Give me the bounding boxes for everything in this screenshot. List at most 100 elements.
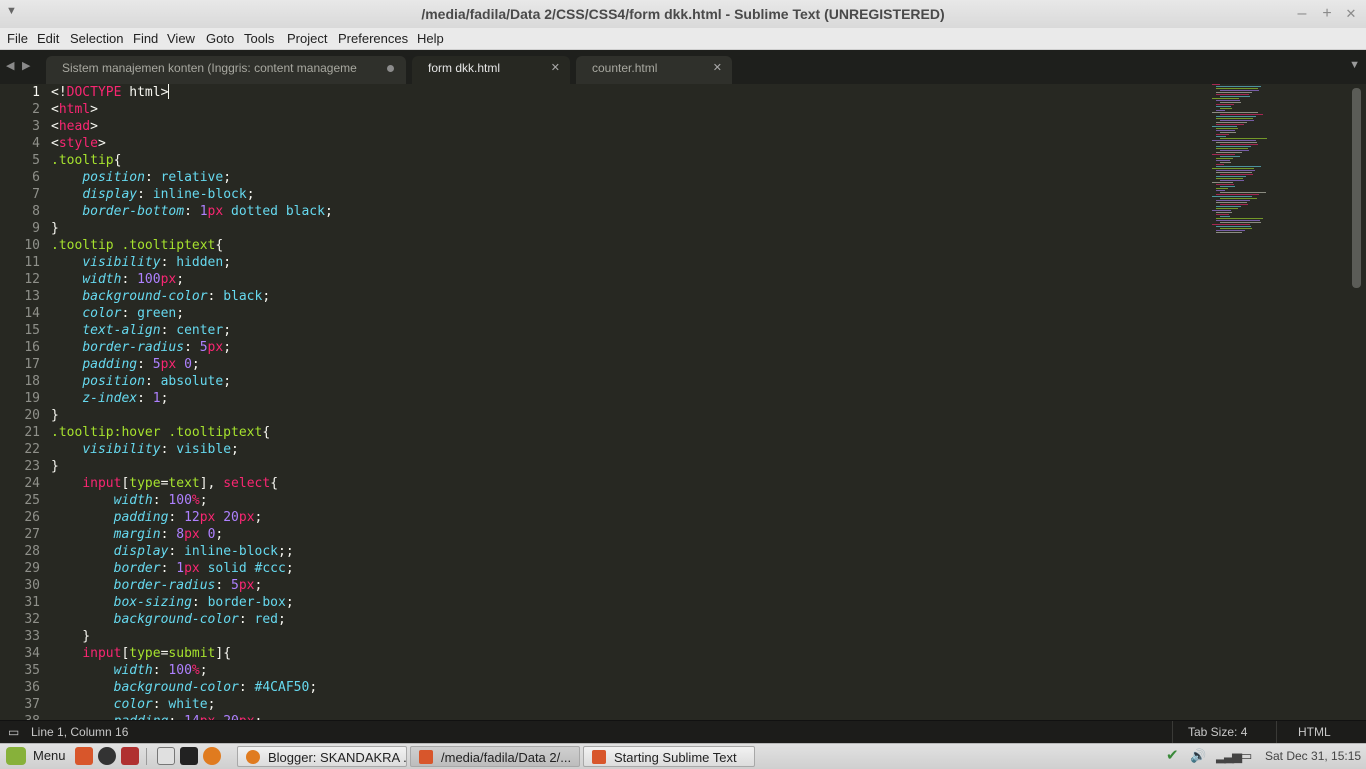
code-line[interactable]: width: 100%; — [51, 492, 1206, 509]
line-number: 35 — [24, 663, 40, 678]
code-line[interactable]: visibility: visible; — [51, 441, 1206, 458]
minimize-button[interactable]: – — [1291, 3, 1313, 25]
code-line[interactable]: padding: 14px 20px; — [51, 713, 1206, 720]
tab-form-dkk[interactable]: form dkk.html ✕ — [412, 56, 570, 84]
line-number: 27 — [24, 527, 40, 542]
menu-file[interactable]: File — [7, 29, 28, 48]
chrome-launcher-icon[interactable] — [98, 747, 116, 765]
code-line[interactable]: text-align: center; — [51, 322, 1206, 339]
line-number: 36 — [24, 680, 40, 695]
code-line[interactable]: input[type=text], select{ — [51, 475, 1206, 492]
menu-preferences[interactable]: Preferences — [338, 29, 408, 48]
code-line[interactable]: display: inline-block;; — [51, 543, 1206, 560]
code-line[interactable]: z-index: 1; — [51, 390, 1206, 407]
start-menu-button[interactable]: Menu — [33, 748, 66, 763]
code-line[interactable]: input[type=submit]{ — [51, 645, 1206, 662]
tab-scroll-left-icon[interactable]: ◀ — [6, 59, 14, 72]
task-button-sublime-editor[interactable]: /media/fadila/Data 2/... — [410, 746, 580, 767]
code-token: visible — [176, 442, 232, 457]
panel-toggle-icon[interactable]: ▭ — [8, 725, 19, 739]
code-line[interactable]: background-color: red; — [51, 611, 1206, 628]
update-shield-icon[interactable]: ✔ — [1166, 746, 1179, 764]
code-line[interactable]: margin: 8px 0; — [51, 526, 1206, 543]
menu-selection[interactable]: Selection — [70, 29, 123, 48]
menu-project[interactable]: Project — [287, 29, 327, 48]
code-token: width — [113, 663, 153, 678]
vertical-scrollbar[interactable] — [1352, 88, 1361, 288]
code-line[interactable]: .tooltip:hover .tooltiptext{ — [51, 424, 1206, 441]
tab-scroll-right-icon[interactable]: ▶ — [22, 59, 30, 72]
tab-list-dropdown-icon[interactable]: ▼ — [1349, 59, 1360, 71]
code-line[interactable]: background-color: #4CAF50; — [51, 679, 1206, 696]
code-line[interactable]: border-bottom: 1px dotted black; — [51, 203, 1206, 220]
menu-help[interactable]: Help — [417, 29, 444, 48]
code-line[interactable]: box-sizing: border-box; — [51, 594, 1206, 611]
mint-logo-icon[interactable] — [6, 747, 26, 765]
clock[interactable]: Sat Dec 31, 15:15 — [1265, 749, 1361, 763]
sublime-launcher-icon[interactable] — [75, 747, 93, 765]
menu-edit[interactable]: Edit — [37, 29, 59, 48]
menu-view[interactable]: View — [167, 29, 195, 48]
code-line[interactable]: } — [51, 458, 1206, 475]
code-line[interactable]: border-radius: 5px; — [51, 577, 1206, 594]
code-token: ; — [246, 187, 255, 202]
code-line[interactable]: } — [51, 628, 1206, 645]
battery-icon[interactable]: ▭ — [1240, 748, 1252, 764]
unsaved-dot-icon[interactable] — [387, 65, 394, 72]
code-line[interactable]: color: white; — [51, 696, 1206, 713]
terminal-icon[interactable] — [180, 747, 198, 765]
code-token: border-bottom — [82, 204, 185, 219]
menu-tools[interactable]: Tools — [244, 29, 274, 48]
task-button-starting-sublime[interactable]: Starting Sublime Text — [583, 746, 755, 767]
minimap[interactable] — [1208, 84, 1348, 244]
line-number: 37 — [24, 697, 40, 712]
network-signal-icon[interactable]: ▂▃▅ — [1216, 748, 1242, 764]
code-line[interactable]: visibility: hidden; — [51, 254, 1206, 271]
firefox-launcher-icon[interactable] — [203, 747, 221, 765]
editor-area[interactable]: 1 2 3 4 5 6 7 8 9 10 11 12 13 14 15 16 17 18 19 20 21 22 23 24 2… — [0, 84, 1366, 720]
code-line[interactable]: position: relative; — [51, 169, 1206, 186]
show-desktop-icon[interactable] — [157, 747, 175, 765]
maximize-button[interactable]: + — [1316, 3, 1338, 25]
code-token: z-index — [82, 391, 138, 406]
volume-icon[interactable]: 🔊 — [1190, 748, 1206, 764]
close-tab-icon[interactable]: ✕ — [713, 56, 722, 80]
code-line[interactable]: } — [51, 220, 1206, 237]
syntax-selector[interactable]: HTML — [1298, 725, 1331, 739]
window-titlebar[interactable]: ▼ /media/fadila/Data 2/CSS/CSS4/form dkk… — [0, 0, 1366, 28]
code-token: center — [176, 323, 224, 338]
code-token: px — [160, 357, 177, 372]
menu-goto[interactable]: Goto — [206, 29, 234, 48]
code-line[interactable]: } — [51, 407, 1206, 424]
tab-content-management[interactable]: Sistem manajemen konten (Inggris: conten… — [46, 56, 406, 84]
code-line[interactable]: border-radius: 5px; — [51, 339, 1206, 356]
code-line[interactable]: padding: 12px 20px; — [51, 509, 1206, 526]
close-tab-icon[interactable]: ✕ — [551, 56, 560, 80]
code-line[interactable]: .tooltip{ — [51, 152, 1206, 169]
tab-counter[interactable]: counter.html ✕ — [576, 56, 732, 84]
menu-find[interactable]: Find — [133, 29, 158, 48]
code-line[interactable]: display: inline-block; — [51, 186, 1206, 203]
code-line[interactable]: <!DOCTYPE html> — [51, 84, 1206, 101]
app-launcher-icon[interactable] — [121, 747, 139, 765]
code-line[interactable]: <style> — [51, 135, 1206, 152]
code-line[interactable]: position: absolute; — [51, 373, 1206, 390]
code-line[interactable]: .tooltip .tooltiptext{ — [51, 237, 1206, 254]
close-button[interactable]: ✕ — [1340, 3, 1362, 25]
code-line[interactable]: width: 100%; — [51, 662, 1206, 679]
code-line[interactable]: width: 100px; — [51, 271, 1206, 288]
code-line[interactable]: color: green; — [51, 305, 1206, 322]
tab-size-selector[interactable]: Tab Size: 4 — [1188, 725, 1247, 739]
code-line[interactable]: border: 1px solid #ccc; — [51, 560, 1206, 577]
code-view[interactable]: <!DOCTYPE html> <html> <head> <style> .toolt… — [51, 84, 1206, 720]
code-line[interactable]: background-color: black; — [51, 288, 1206, 305]
code-line[interactable]: <html> — [51, 101, 1206, 118]
task-button-blogger[interactable]: Blogger: SKANDAKRA ... — [237, 746, 407, 767]
code-line[interactable]: <head> — [51, 118, 1206, 135]
code-token: head — [58, 119, 91, 134]
code-line[interactable]: padding: 5px 0; — [51, 356, 1206, 373]
